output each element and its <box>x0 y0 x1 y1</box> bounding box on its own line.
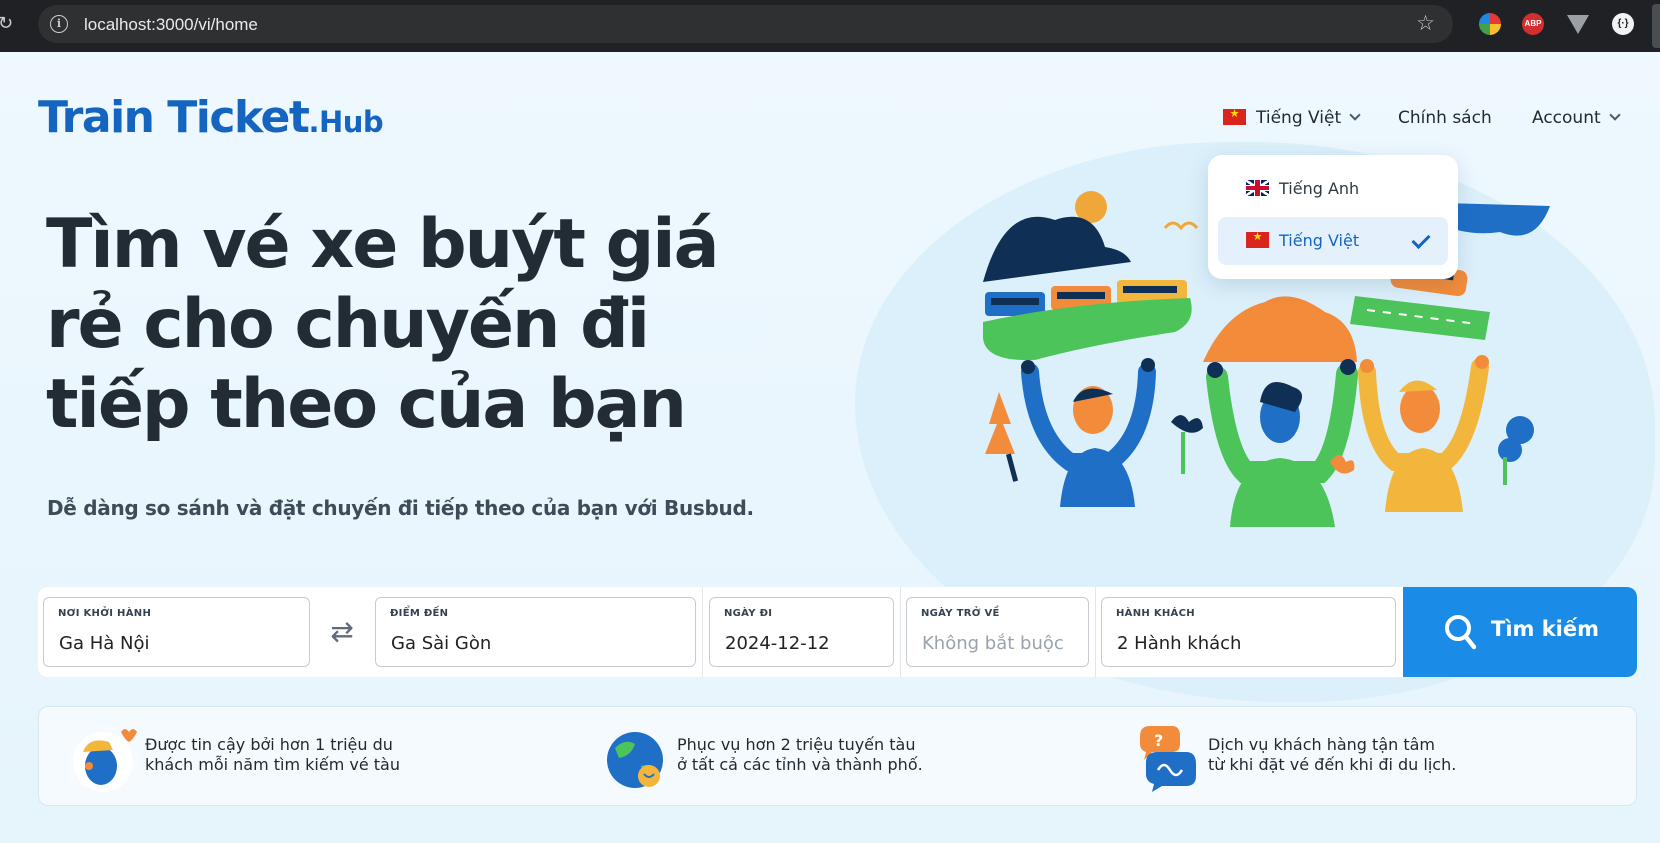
origin-field[interactable]: NƠI KHỞI HÀNH Ga Hà Nội <box>43 597 310 667</box>
feature-trusted: Được tin cậy bởi hơn 1 triệu du khách mỗ… <box>39 707 479 807</box>
return-date-label: NGÀY TRỞ VỀ <box>921 608 1000 619</box>
hero-line-3: tiếp theo của bạn <box>46 365 687 444</box>
svg-text:?: ? <box>1154 731 1163 750</box>
vue-devtools-extension-icon[interactable] <box>1567 15 1589 34</box>
field-divider <box>900 587 901 677</box>
globe-icon <box>607 732 663 788</box>
chevron-down-icon <box>1608 109 1621 121</box>
logo-main-text: Train Ticket <box>38 92 310 143</box>
hero-heading: Tìm vé xe buýt giá rẻ cho chuyến đi tiếp… <box>46 205 766 445</box>
language-selector[interactable]: Tiếng Việt <box>1223 107 1361 128</box>
vietnam-flag-icon <box>1223 107 1246 125</box>
color-extension-icon[interactable] <box>1479 13 1501 35</box>
hero-line-1: Tìm vé xe buýt giá <box>46 205 719 284</box>
feature-support: ? Dịch vụ khách hàng tận tâm từ khi đặt … <box>1102 707 1542 807</box>
feature-text: Dịch vụ khách hàng tận tâm từ khi đặt vé… <box>1208 735 1528 775</box>
profile-edge <box>1652 4 1660 48</box>
destination-field[interactable]: ĐIỂM ĐẾN Ga Sài Gòn <box>375 597 696 667</box>
site-info-icon[interactable]: i <box>50 15 68 33</box>
field-divider <box>702 587 703 677</box>
departure-date-label: NGÀY ĐI <box>724 608 773 619</box>
feature-line: Được tin cậy bởi hơn 1 triệu du <box>145 735 393 754</box>
passengers-field[interactable]: HÀNH KHÁCH 2 Hành khách <box>1101 597 1396 667</box>
bookmark-star-icon[interactable]: ☆ <box>1416 11 1435 36</box>
account-menu[interactable]: Account <box>1532 108 1621 128</box>
language-option-label: Tiếng Anh <box>1279 179 1360 198</box>
passengers-value[interactable]: 2 Hành khách <box>1117 633 1241 654</box>
devtools-extension-icon[interactable]: {·} <box>1612 13 1634 35</box>
language-dropdown: Tiếng Anh Tiếng Việt <box>1208 155 1458 279</box>
check-icon <box>1411 229 1431 250</box>
account-label: Account <box>1532 108 1601 128</box>
hero-line-2: rẻ cho chuyến đi <box>46 285 650 364</box>
search-form: NƠI KHỞI HÀNH Ga Hà Nội ⇄ ĐIỂM ĐẾN Ga Sà… <box>38 587 1637 677</box>
feature-line: Phục vụ hơn 2 triệu tuyến tàu <box>677 735 916 754</box>
field-divider <box>1095 587 1096 677</box>
home-page: Train Ticket.Hub Tiếng Việt Chính sách A… <box>0 52 1660 843</box>
hero-subtitle: Dễ dàng so sánh và đặt chuyến đi tiếp th… <box>47 496 754 520</box>
traveler-heart-icon <box>73 729 137 792</box>
origin-value[interactable]: Ga Hà Nội <box>59 633 149 654</box>
feature-line: Dịch vụ khách hàng tận tâm <box>1208 735 1436 754</box>
url-text[interactable]: localhost:3000/vi/home <box>84 15 258 35</box>
browser-toolbar: ↻ i localhost:3000/vi/home ☆ ABP {·} <box>0 0 1660 52</box>
site-logo[interactable]: Train Ticket.Hub <box>38 92 384 143</box>
destination-value[interactable]: Ga Sài Gòn <box>391 633 491 654</box>
chevron-down-icon <box>1349 109 1361 121</box>
feature-text: Được tin cậy bởi hơn 1 triệu du khách mỗ… <box>145 735 465 775</box>
support-chat-icon: ? <box>1140 726 1196 792</box>
origin-label: NƠI KHỞI HÀNH <box>58 608 152 619</box>
nav-policy-link[interactable]: Chính sách <box>1398 108 1492 128</box>
language-option-vietnamese[interactable]: Tiếng Việt <box>1218 217 1448 265</box>
search-button-label: Tìm kiếm <box>1491 617 1600 641</box>
address-bar[interactable]: i localhost:3000/vi/home ☆ <box>38 5 1453 43</box>
search-button[interactable]: Tìm kiếm <box>1403 587 1637 677</box>
feature-text: Phục vụ hơn 2 triệu tuyến tàu ở tất cả c… <box>677 735 997 775</box>
feature-line: khách mỗi năm tìm kiếm vé tàu <box>145 755 400 774</box>
swap-stations-icon[interactable]: ⇄ <box>322 612 362 652</box>
adblock-extension-icon[interactable]: ABP <box>1522 13 1544 35</box>
features-strip: Được tin cậy bởi hơn 1 triệu du khách mỗ… <box>38 706 1637 806</box>
vietnam-flag-icon <box>1246 230 1269 248</box>
feature-line: từ khi đặt vé đến khi đi du lịch. <box>1208 755 1457 774</box>
return-date-placeholder[interactable]: Không bắt buộc <box>922 633 1064 654</box>
language-option-label: Tiếng Việt <box>1279 231 1360 250</box>
language-selector-label: Tiếng Việt <box>1256 108 1342 128</box>
search-icon <box>1445 615 1477 650</box>
reload-icon[interactable]: ↻ <box>0 13 13 34</box>
departure-date-value[interactable]: 2024-12-12 <box>725 633 830 654</box>
return-date-field[interactable]: NGÀY TRỞ VỀ Không bắt buộc <box>906 597 1089 667</box>
language-option-english[interactable]: Tiếng Anh <box>1218 165 1448 213</box>
departure-date-field[interactable]: NGÀY ĐI 2024-12-12 <box>709 597 894 667</box>
logo-suffix-text: .Hub <box>308 105 384 139</box>
feature-routes: Phục vụ hơn 2 triệu tuyến tàu ở tất cả c… <box>571 707 1011 807</box>
feature-line: ở tất cả các tỉnh và thành phố. <box>677 755 923 774</box>
passengers-label: HÀNH KHÁCH <box>1116 608 1195 619</box>
destination-label: ĐIỂM ĐẾN <box>390 608 449 619</box>
uk-flag-icon <box>1246 180 1269 196</box>
